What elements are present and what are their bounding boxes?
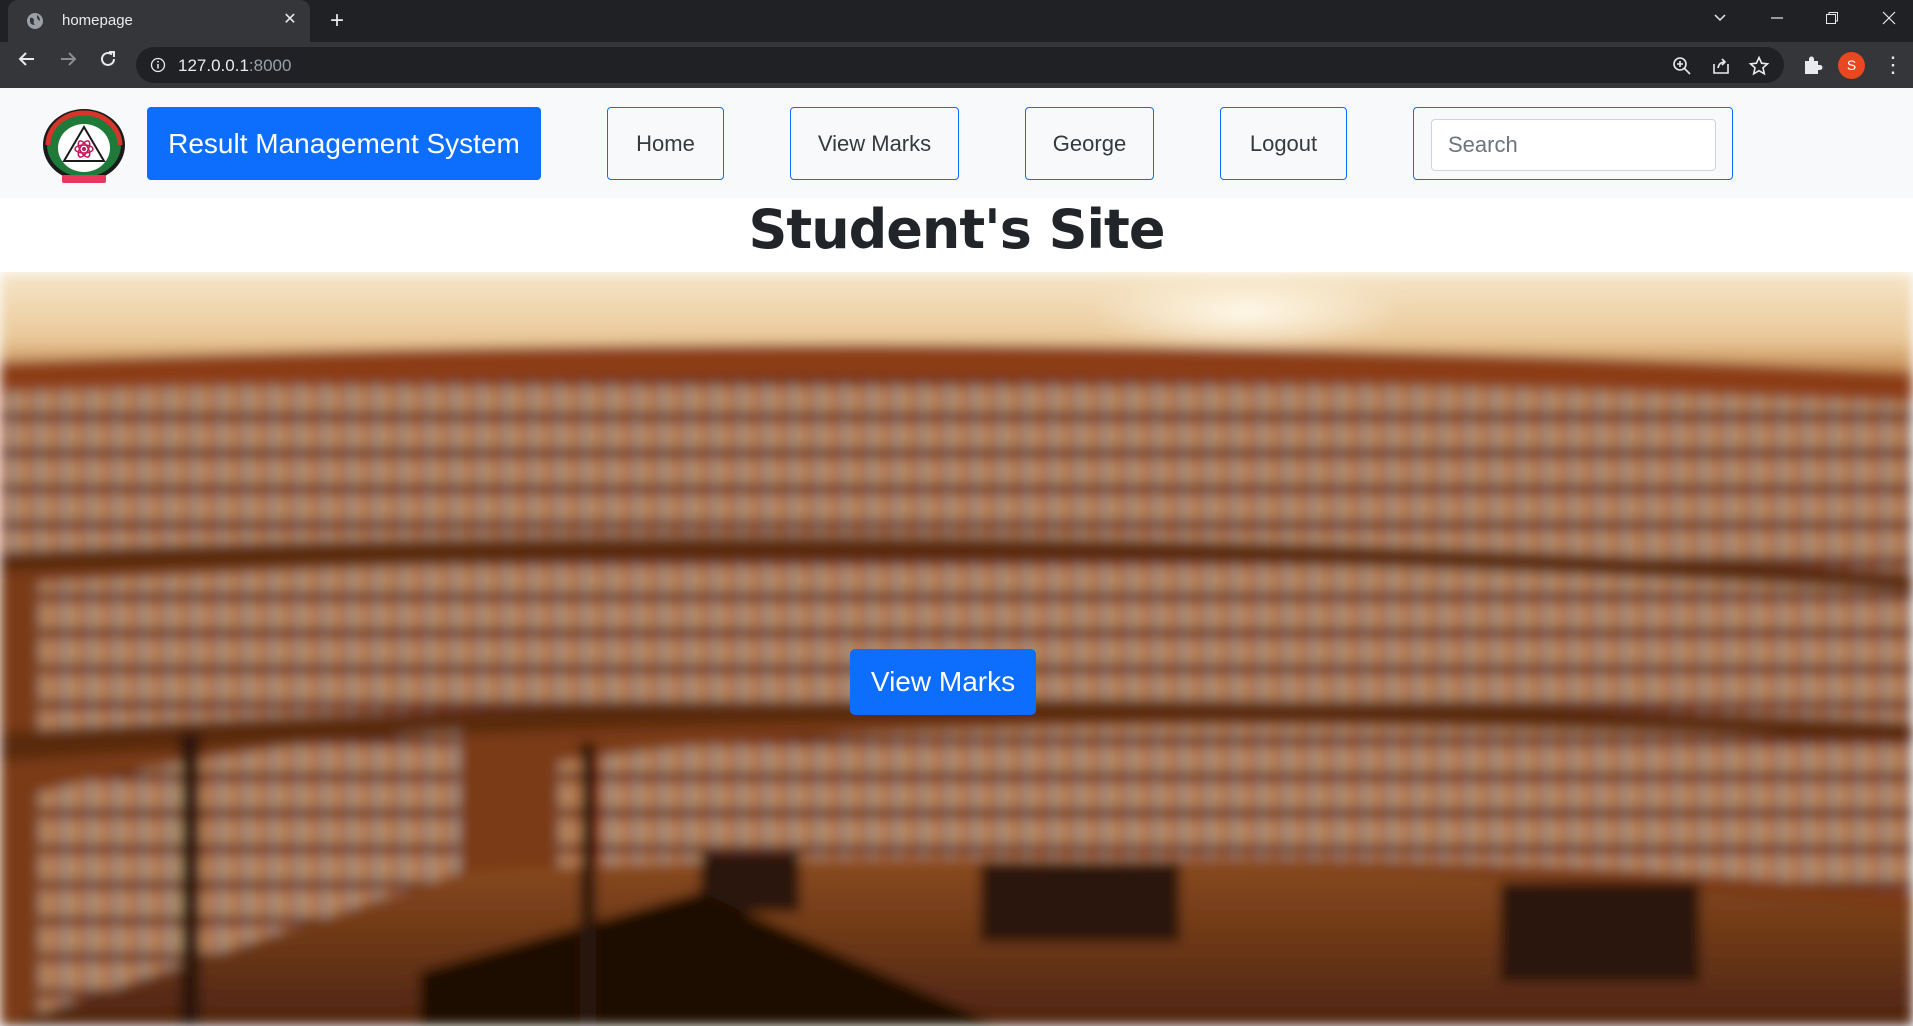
star-icon[interactable] (1748, 55, 1770, 77)
school-logo (43, 109, 125, 183)
puzzle-icon[interactable] (1800, 52, 1826, 78)
nav-view-marks-link[interactable]: View Marks (790, 107, 959, 180)
address-bar[interactable]: 127.0.0.1:8000 (136, 47, 1784, 83)
window-close-icon[interactable] (1874, 6, 1904, 36)
minimize-icon[interactable] (1762, 6, 1792, 36)
view-marks-hero-button[interactable]: View Marks (850, 649, 1036, 715)
browser-tabstrip: homepage ✕ + (0, 0, 1913, 42)
chevron-down-icon[interactable] (1705, 6, 1735, 36)
browser-toolbar: 127.0.0.1:8000 S ⋮ (0, 42, 1913, 88)
reload-icon[interactable] (92, 49, 124, 81)
globe-icon (27, 13, 43, 29)
nav-user-link[interactable]: George (1025, 107, 1154, 180)
zoom-icon[interactable] (1671, 55, 1693, 77)
site-navbar: Result Management System Home View Marks… (0, 88, 1913, 198)
nav-logout-link[interactable]: Logout (1220, 107, 1347, 180)
share-icon[interactable] (1710, 55, 1732, 77)
restore-icon[interactable] (1817, 6, 1847, 36)
search-form (1413, 107, 1733, 180)
kebab-menu-icon[interactable]: ⋮ (1882, 50, 1904, 80)
tab-title: homepage (62, 12, 133, 29)
search-input[interactable] (1431, 119, 1716, 171)
plus-icon[interactable]: + (326, 9, 348, 33)
close-icon[interactable]: ✕ (280, 10, 300, 30)
profile-avatar[interactable]: S (1838, 52, 1865, 79)
page-heading: Student's Site (748, 198, 1166, 261)
info-icon[interactable] (150, 57, 166, 73)
nav-home-link[interactable]: Home (607, 107, 724, 180)
web-page: Result Management System Home View Marks… (0, 88, 1913, 1026)
browser-tab[interactable]: homepage ✕ (8, 0, 310, 42)
forward-icon[interactable] (52, 49, 84, 81)
brand-button[interactable]: Result Management System (147, 107, 541, 180)
url-text: 127.0.0.1:8000 (178, 56, 292, 75)
back-icon[interactable] (11, 49, 43, 81)
hero-banner: View Marks (0, 272, 1913, 1026)
